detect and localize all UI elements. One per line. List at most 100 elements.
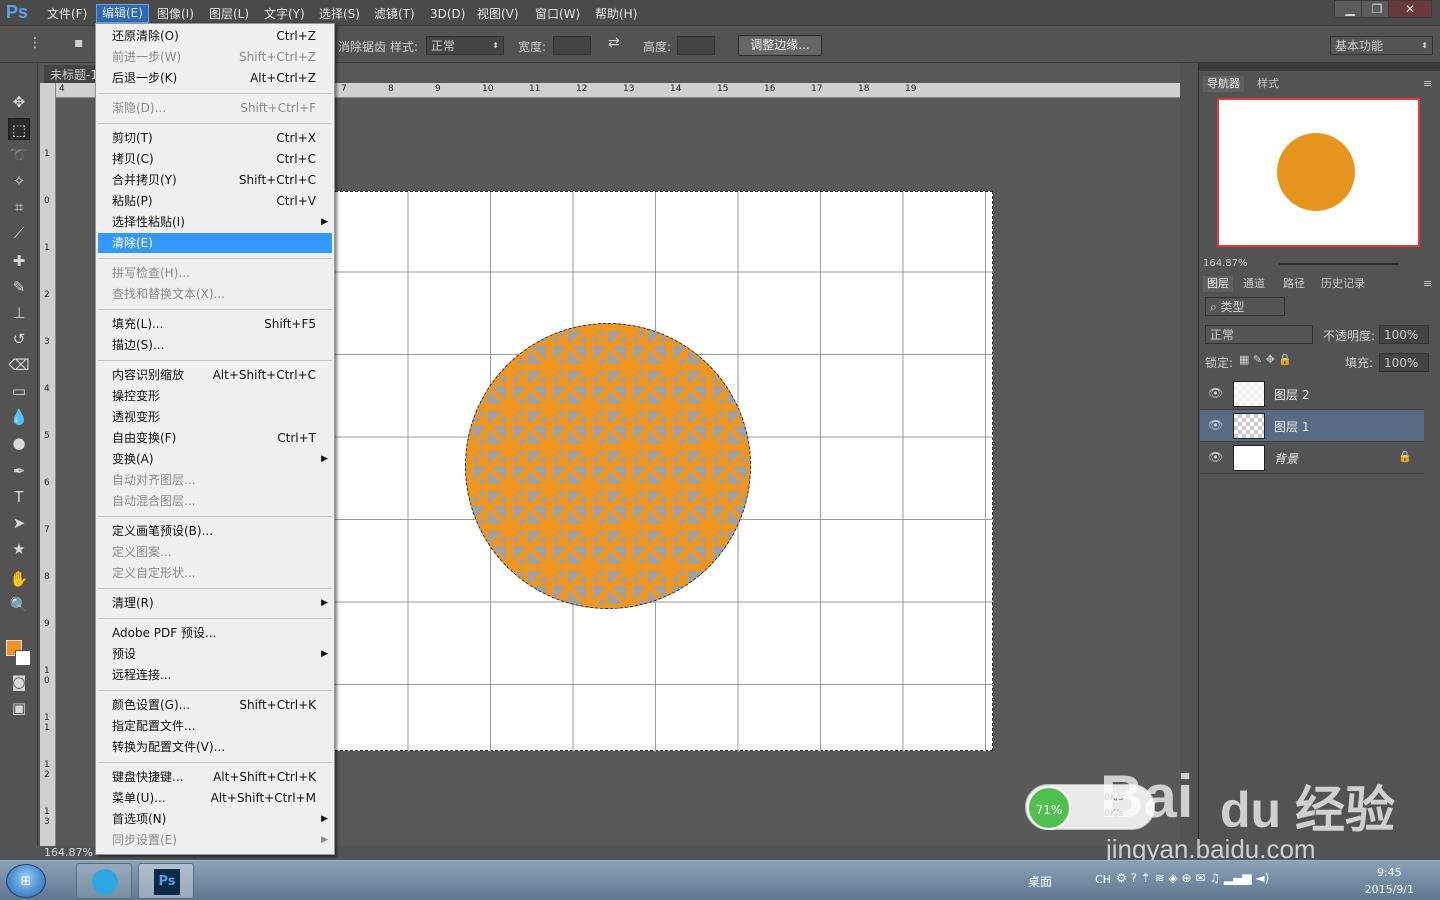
close-button[interactable]: ✕	[1388, 0, 1432, 18]
swap-icon[interactable]: ⇄	[608, 35, 620, 51]
edit-menu-item[interactable]: 描边(S)...	[98, 335, 332, 355]
visibility-eye-icon[interactable]: 👁	[1208, 418, 1223, 432]
workspace-select[interactable]: 基本功能 ⬍	[1330, 36, 1433, 55]
eraser-tool-icon[interactable]: ⌫	[8, 354, 30, 376]
menu-edit[interactable]: 编辑(E)	[96, 4, 149, 23]
menu-image[interactable]: 图像(I)	[152, 6, 199, 22]
style-select[interactable]: 正常 ⬍	[426, 36, 504, 55]
blend-mode-select[interactable]: 正常	[1205, 325, 1313, 344]
memory-percent-badge[interactable]: 71%	[1027, 786, 1071, 830]
edit-menu-item[interactable]: 首选项(N) ▶	[98, 809, 332, 829]
edit-menu-item[interactable]: 后退一步(K) Alt+Ctrl+Z	[98, 68, 332, 88]
edit-menu-item[interactable]: 清除(E)	[98, 233, 332, 253]
background-color-swatch[interactable]	[15, 650, 31, 666]
edit-menu-item[interactable]: 操控变形	[98, 386, 332, 406]
eyedropper-tool-icon[interactable]: ⟋	[8, 222, 30, 244]
edit-menu-item[interactable]: 变换(A) ▶	[98, 449, 332, 469]
stamp-tool-icon[interactable]: ⊥	[8, 302, 30, 324]
tab-navigator[interactable]: 导航器	[1203, 76, 1244, 92]
menu-help[interactable]: 帮助(H)	[590, 6, 642, 22]
edit-menu-item[interactable]: 定义画笔预设(B)...	[98, 521, 332, 541]
zoom-tool-icon[interactable]: 🔍	[8, 594, 30, 616]
edit-menu-item[interactable]: 自由变换(F) Ctrl+T	[98, 428, 332, 448]
hand-tool-icon[interactable]: ✋	[8, 568, 30, 590]
width-field[interactable]	[553, 36, 591, 55]
edit-menu-item[interactable]: 键盘快捷键... Alt+Shift+Ctrl+K	[98, 767, 332, 787]
menu-filter[interactable]: 滤镜(T)	[369, 6, 420, 22]
marquee-tool-icon[interactable]: ⬚	[8, 118, 30, 140]
dodge-tool-icon[interactable]: ●	[8, 432, 30, 454]
history-brush-tool-icon[interactable]: ↺	[8, 328, 30, 350]
layer-row[interactable]: 👁 图层 2	[1200, 378, 1424, 410]
edit-menu-item[interactable]: 透视变形	[98, 407, 332, 427]
ruler-tick-label: 1 1	[44, 713, 50, 733]
edit-menu-item[interactable]: 填充(L)... Shift+F5	[98, 314, 332, 334]
height-field[interactable]	[677, 36, 715, 55]
type-tool-icon[interactable]: T	[8, 486, 30, 508]
menu-3d[interactable]: 3D(D)	[425, 6, 470, 22]
tab-paths[interactable]: 路径	[1279, 276, 1309, 292]
edit-menu-item[interactable]: 粘贴(P) Ctrl+V	[98, 191, 332, 211]
edit-menu-item[interactable]: 拷贝(C) Ctrl+C	[98, 149, 332, 169]
lasso-tool-icon[interactable]: ➰	[8, 144, 30, 166]
edit-menu-item[interactable]: 内容识别缩放 Alt+Shift+Ctrl+C	[98, 365, 332, 385]
opacity-field[interactable]: 100%	[1379, 325, 1429, 344]
patterned-circle-selection[interactable]	[465, 323, 751, 609]
edit-menu-item[interactable]: 选择性粘贴(I) ▶	[98, 212, 332, 232]
menu-file[interactable]: 文件(F)	[42, 6, 92, 22]
edit-menu-item[interactable]: 菜单(U)... Alt+Shift+Ctrl+M	[98, 788, 332, 808]
edit-menu-item[interactable]: 合并拷贝(Y) Shift+Ctrl+C	[98, 170, 332, 190]
edit-menu-item[interactable]: 转换为配置文件(V)...	[98, 737, 332, 757]
desktop-toolbar[interactable]: 桌面	[1028, 873, 1052, 890]
path-select-tool-icon[interactable]: ➤	[8, 512, 30, 534]
tray-icons[interactable]: ⚙ ? ⇡ ≋ ◈ ⊕ ✉ ♫ ▂▄▆ ◄)	[1116, 871, 1269, 885]
layer-row[interactable]: 👁 背景 🔒	[1200, 442, 1424, 474]
quick-mask-icon[interactable]: ◙	[8, 671, 30, 693]
menu-view[interactable]: 视图(V)	[472, 6, 524, 22]
edit-menu-item[interactable]: 清理(R) ▶	[98, 593, 332, 613]
layer-row[interactable]: 👁 图层 1	[1200, 410, 1424, 442]
refine-edge-button[interactable]: 调整边缘...	[738, 35, 822, 56]
brush-tool-icon[interactable]: ✎	[8, 276, 30, 298]
fill-field[interactable]: 100%	[1379, 353, 1429, 372]
start-button[interactable]: ⊞	[6, 864, 46, 898]
screen-mode-icon[interactable]: ▣	[8, 697, 30, 719]
magic-wand-tool-icon[interactable]: ✧	[8, 170, 30, 192]
taskbar-app-browser[interactable]	[76, 863, 132, 899]
navigator-zoom[interactable]: 164.87%	[1199, 256, 1252, 272]
edit-menu-item[interactable]: 预设 ▶	[98, 644, 332, 664]
crop-tool-icon[interactable]: ⌗	[8, 196, 30, 218]
tab-channels[interactable]: 通道	[1239, 276, 1269, 292]
edit-menu-item[interactable]: 还原清除(O) Ctrl+Z	[98, 26, 332, 46]
menu-type[interactable]: 文字(Y)	[259, 6, 310, 22]
panel-menu-icon[interactable]: ≡	[1419, 276, 1436, 292]
tab-styles[interactable]: 样式	[1253, 76, 1283, 92]
edit-menu-item[interactable]: Adobe PDF 预设...	[98, 623, 332, 643]
gradient-tool-icon[interactable]: ▭	[8, 380, 30, 402]
layer-filter-select[interactable]: ⌕ 类型	[1205, 297, 1285, 316]
visibility-eye-icon[interactable]: 👁	[1208, 386, 1223, 400]
navigator-zoom-slider[interactable]	[1279, 263, 1399, 265]
edit-menu-item[interactable]: 指定配置文件...	[98, 716, 332, 736]
shape-tool-icon[interactable]: ★	[8, 538, 30, 560]
ime-indicator[interactable]: CH	[1095, 873, 1111, 886]
menu-window[interactable]: 窗口(W)	[530, 6, 585, 22]
menu-select[interactable]: 选择(S)	[314, 6, 365, 22]
healing-brush-tool-icon[interactable]: ✚	[8, 250, 30, 272]
pen-tool-icon[interactable]: ✒	[8, 460, 30, 482]
tab-layers[interactable]: 图层	[1203, 276, 1233, 292]
blur-tool-icon[interactable]: 💧	[8, 406, 30, 428]
edit-menu-item[interactable]: 剪切(T) Ctrl+X	[98, 128, 332, 148]
taskbar-app-photoshop[interactable]: Ps	[138, 863, 194, 899]
panel-menu-icon[interactable]: ≡	[1419, 76, 1436, 92]
edit-menu-item[interactable]: 颜色设置(G)... Shift+Ctrl+K	[98, 695, 332, 715]
menu-layer[interactable]: 图层(L)	[204, 6, 254, 22]
lock-icons[interactable]: ▦ ✎ ✥ 🔒	[1239, 353, 1292, 366]
visibility-eye-icon[interactable]: 👁	[1208, 450, 1223, 464]
document-tab[interactable]: 未标题-1	[44, 65, 100, 83]
tab-history[interactable]: 历史记录	[1317, 276, 1369, 292]
edit-menu-item[interactable]: 远程连接...	[98, 665, 332, 685]
move-tool-icon[interactable]: ✥	[8, 91, 30, 113]
marquee-preset-icon[interactable]: ▪	[74, 35, 84, 51]
taskbar-clock[interactable]: 9:45 2015/9/1	[1365, 864, 1414, 898]
